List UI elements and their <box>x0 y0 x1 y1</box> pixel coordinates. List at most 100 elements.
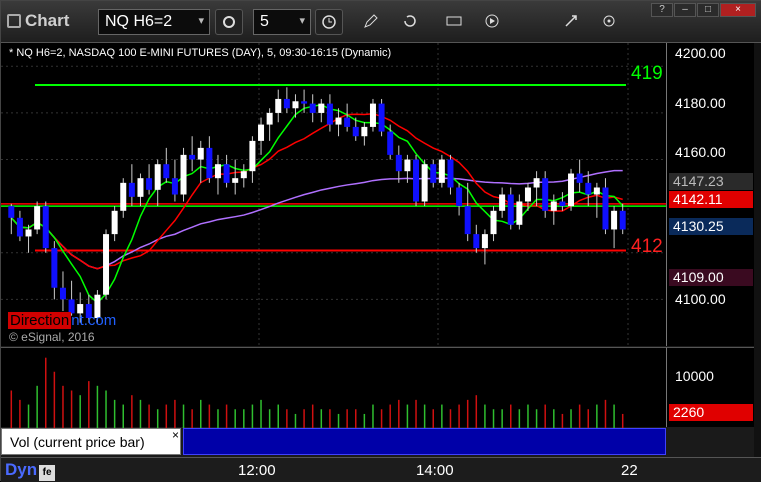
price-chart-svg <box>1 43 666 346</box>
time-axis[interactable]: Dyn fe 12:00 14:00 22 <box>1 457 761 482</box>
maximize-button[interactable]: □ <box>697 3 719 17</box>
candle-body <box>447 159 454 188</box>
candle-body <box>214 164 221 179</box>
price-tag-upper: 4147.23 <box>669 173 753 190</box>
level-low-label: 412 <box>631 236 663 257</box>
x-tick: 14:00 <box>416 462 454 479</box>
app-title: Chart <box>7 11 69 31</box>
volume-last-tag: 2260 <box>669 404 753 421</box>
candle-body <box>602 187 609 230</box>
candle-body <box>542 178 549 211</box>
candle-body <box>59 287 66 300</box>
y-tick: 4180.00 <box>675 95 726 111</box>
candle-body <box>473 234 480 249</box>
candle-body <box>559 201 566 207</box>
candle-body <box>240 171 247 179</box>
close-icon[interactable]: × <box>172 428 179 442</box>
help-button[interactable]: ? <box>651 3 673 17</box>
study-tab-area[interactable] <box>183 428 666 455</box>
candle-body <box>309 103 316 113</box>
candle-body <box>516 201 523 225</box>
candle-body <box>344 117 351 127</box>
candle-body <box>318 103 325 113</box>
volume-chart-svg <box>10 357 624 428</box>
play-button[interactable] <box>479 9 507 35</box>
toolbar: Chart NQ H6=2 ▾ 5 ▾ ? – □ × <box>1 1 761 43</box>
price-axis[interactable]: 4200.00 4180.00 4160.00 4147.23 4142.11 … <box>666 43 754 346</box>
candle-body <box>258 124 265 141</box>
candle-body <box>275 98 282 113</box>
volume-chart[interactable] <box>1 347 666 428</box>
volume-axis: 10000 2260 <box>666 347 754 427</box>
candle-body <box>490 210 497 235</box>
interval-clock-button[interactable] <box>315 9 343 35</box>
dyn-button[interactable]: Dyn fe <box>5 460 56 481</box>
watermark: Direction nt.com <box>8 312 117 329</box>
candle-body <box>51 248 58 288</box>
interval-dropdown[interactable]: 5 ▾ <box>253 9 311 35</box>
candle-body <box>197 147 204 160</box>
ma-long-line <box>10 169 623 270</box>
candle-body <box>611 210 618 230</box>
refresh-button[interactable] <box>397 9 425 35</box>
symbol-dropdown[interactable]: NQ H6=2 ▾ <box>98 9 210 35</box>
candle-body <box>163 164 170 179</box>
tools-icon <box>565 15 577 27</box>
candle-body <box>120 182 127 211</box>
chevron-down-icon: ▾ <box>198 15 204 27</box>
link-button[interactable] <box>596 9 624 35</box>
y-tick: 4200.00 <box>675 45 726 61</box>
candle-body <box>266 112 273 125</box>
clock-icon <box>322 15 336 29</box>
play-icon <box>485 14 499 28</box>
price-chart[interactable]: * NQ H6=2, NASDAQ 100 E-MINI FUTURES (DA… <box>1 43 666 346</box>
candle-body <box>456 187 463 207</box>
candle-body <box>585 182 592 195</box>
price-tag-low: 4109.00 <box>669 269 753 286</box>
candle-body <box>533 178 540 188</box>
candle-body <box>249 140 256 172</box>
refresh-icon <box>404 15 416 27</box>
candle-body <box>413 159 420 202</box>
candle-body <box>180 154 187 195</box>
chart-header: * NQ H6=2, NASDAQ 100 E-MINI FUTURES (DA… <box>9 47 392 59</box>
draw-tool-button[interactable] <box>358 9 386 35</box>
candle-body <box>421 164 428 202</box>
candle-body <box>438 159 445 183</box>
candle-body <box>568 173 575 207</box>
tools-button[interactable] <box>558 9 586 35</box>
price-tag-blue: 4130.25 <box>669 218 753 235</box>
minimize-button[interactable]: – <box>674 3 696 17</box>
y-tick: 4100.00 <box>675 291 726 307</box>
candle-body <box>189 154 196 160</box>
candle-body <box>301 101 308 104</box>
candle-body <box>137 178 144 197</box>
candle-body <box>111 210 118 235</box>
link-icon <box>603 15 615 27</box>
x-tick: 12:00 <box>238 462 276 479</box>
candle-body <box>16 217 23 237</box>
candle-body <box>395 154 402 172</box>
candle-body <box>103 234 110 295</box>
candle-body <box>464 206 471 235</box>
chevron-down-icon: ▾ <box>299 15 305 27</box>
candle-body <box>430 164 437 183</box>
candle-body <box>576 173 583 183</box>
candle-body <box>128 182 135 197</box>
study-tab-volume[interactable]: Vol (current price bar) <box>1 428 181 455</box>
symbol-settings-button[interactable] <box>215 9 243 35</box>
candle-body <box>361 126 368 137</box>
candle-body <box>481 234 488 249</box>
copyright: © eSignal, 2016 <box>9 330 95 344</box>
chart-window: Chart NQ H6=2 ▾ 5 ▾ ? – □ × * NQ H6=2, N… <box>0 0 761 482</box>
pencil-icon <box>364 14 378 28</box>
candle-body <box>25 229 32 237</box>
candle-body <box>283 98 290 109</box>
vertical-scrollbar[interactable] <box>754 43 761 457</box>
candle-body <box>146 178 153 190</box>
candle-body <box>378 103 385 132</box>
data-button[interactable] <box>441 9 469 35</box>
candle-body <box>499 194 506 211</box>
chart-icon <box>7 14 21 28</box>
close-button[interactable]: × <box>720 3 756 17</box>
